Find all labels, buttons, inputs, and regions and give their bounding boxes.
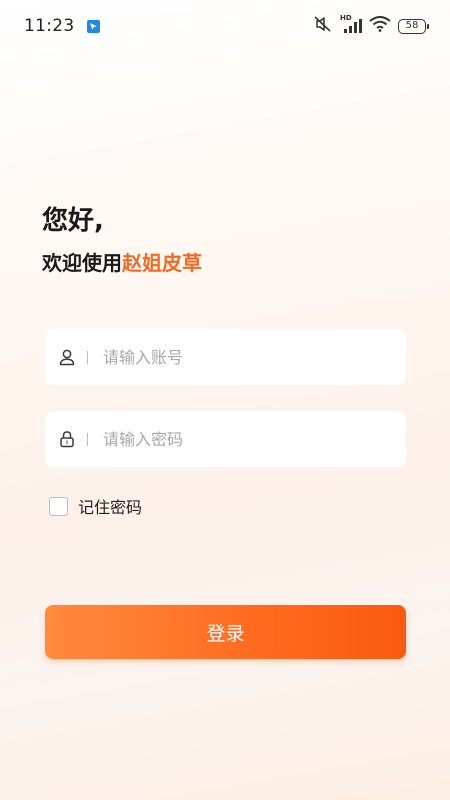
welcome-prefix: 欢迎使用 xyxy=(42,251,122,275)
login-button[interactable]: 登录 xyxy=(45,605,406,659)
greeting-welcome: 欢迎使用赵姐皮草 xyxy=(42,247,202,276)
field-divider xyxy=(87,350,88,364)
user-icon xyxy=(58,348,76,366)
status-right: HD 58 xyxy=(313,14,429,36)
brand-name: 赵姐皮草 xyxy=(122,251,202,275)
app-notification-icon xyxy=(86,19,100,33)
signal-icon: HD xyxy=(340,14,362,34)
status-left: 11:23 xyxy=(24,16,100,36)
remember-password-label: 记住密码 xyxy=(78,498,143,517)
username-input[interactable] xyxy=(103,347,373,367)
wifi-icon xyxy=(369,16,391,36)
remember-password[interactable]: 记住密码 xyxy=(49,494,142,518)
greeting: 您好, 欢迎使用赵姐皮草 xyxy=(42,200,202,276)
lock-icon xyxy=(58,430,76,448)
remember-password-checkbox[interactable] xyxy=(49,496,68,516)
password-input[interactable] xyxy=(103,429,373,449)
status-bar: 11:23 HD 58 xyxy=(0,0,450,52)
status-time: 11:23 xyxy=(24,16,75,36)
username-field[interactable] xyxy=(45,329,406,385)
field-divider xyxy=(87,432,88,446)
mute-icon xyxy=(313,16,333,36)
greeting-hello: 您好, xyxy=(42,206,104,236)
battery-icon: 58 xyxy=(398,18,429,34)
password-field[interactable] xyxy=(45,411,406,467)
